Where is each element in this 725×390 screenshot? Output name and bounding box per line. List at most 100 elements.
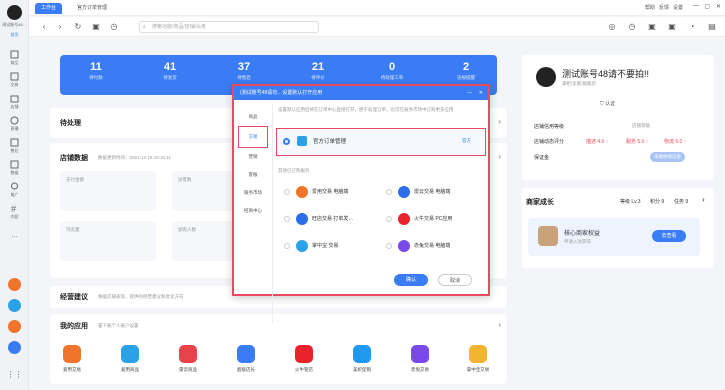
- tab-workbench[interactable]: 工作台: [35, 3, 63, 14]
- stat-item[interactable]: 11 待付款: [66, 61, 126, 81]
- close-button[interactable]: ✕: [716, 3, 721, 10]
- sidebar-item-live[interactable]: 直播: [0, 116, 29, 132]
- modal-nav-trade[interactable]: 交易: [238, 126, 268, 148]
- service-option[interactable]: 火牛交易 PC应用: [386, 211, 478, 227]
- chart-icon: [10, 160, 19, 169]
- account-card: 测试账号48请不要拍!! 掌柜/卖家/旗舰店 ⛉ 认证 店铺信用等级 店铺等级 …: [522, 55, 714, 180]
- radio-unchecked[interactable]: [284, 216, 290, 222]
- stat-item[interactable]: 2 违规提醒: [436, 61, 496, 81]
- service-name: 雷云交易 电脑端: [414, 189, 451, 195]
- stat-item[interactable]: 0 待处理工单: [362, 61, 422, 81]
- app-tile[interactable]: 超级店长: [226, 345, 266, 373]
- feedback-link[interactable]: 反馈: [659, 4, 669, 11]
- stat-item[interactable]: 37 待售后: [214, 61, 274, 81]
- app-shortcut-4[interactable]: [8, 341, 21, 354]
- data-card[interactable]: 浏览量: [60, 221, 156, 261]
- svg-text:#: #: [11, 204, 16, 213]
- window-icon[interactable]: ▣: [667, 22, 677, 32]
- back-icon[interactable]: ‹: [39, 22, 49, 32]
- service-option[interactable]: 赤兔交易 电脑端: [386, 238, 478, 254]
- mobile-icon[interactable]: ◎: [607, 22, 617, 32]
- modal-nav-goods[interactable]: 商品: [238, 114, 268, 120]
- search-input[interactable]: ⌕ 搜索功能/商品/店铺/头条: [139, 21, 319, 33]
- confirm-button[interactable]: 确认: [394, 274, 428, 286]
- radio-unchecked[interactable]: [284, 243, 290, 249]
- radio-unchecked[interactable]: [386, 216, 392, 222]
- stat-item[interactable]: 41 待发货: [140, 61, 200, 81]
- sidebar-item-trade[interactable]: 交易: [0, 72, 29, 88]
- modal-minimize-button[interactable]: —: [467, 86, 472, 100]
- order-app-icon: [297, 136, 307, 146]
- growth-card: 商家成长 等级 Lv.3 积分 9 任务 9 › 核心商家权益 申请入驻获得 去…: [522, 188, 714, 268]
- chevron-right-icon[interactable]: ›: [498, 152, 501, 161]
- benefit-icon: [538, 226, 558, 246]
- service-app-icon: [398, 186, 410, 198]
- sidebar-item-goods[interactable]: 商品: [0, 50, 29, 66]
- sidebar-item-content[interactable]: # 内容: [0, 204, 29, 220]
- growth-benefit-card[interactable]: 核心商家权益 申请入驻获得 去查看: [528, 218, 700, 256]
- my-apps-title: 我的应用: [60, 323, 88, 330]
- message-icon[interactable]: ▣: [647, 22, 657, 32]
- avatar-label: 测试账号48…: [2, 22, 27, 27]
- account-name: 测试账号48请不要拍!!: [562, 69, 650, 79]
- app-tile[interactable]: 掌中宝交易: [458, 345, 498, 373]
- growth-level: 等级 Lv.3: [620, 199, 641, 205]
- app-shortcut-2[interactable]: [8, 299, 21, 312]
- modal-nav-service[interactable]: 客服: [238, 172, 268, 178]
- sidebar-item-store[interactable]: 店铺: [0, 94, 29, 110]
- avatar[interactable]: [7, 5, 22, 20]
- service-name: 掌中宝 交易: [312, 243, 339, 249]
- modal-close-button[interactable]: ✕: [479, 86, 483, 100]
- radio-checked[interactable]: [283, 138, 290, 145]
- benefit-button[interactable]: 去查看: [652, 230, 686, 242]
- bell-icon[interactable]: ◔: [687, 22, 697, 32]
- modal-nav-marketing[interactable]: 营销: [238, 154, 268, 160]
- sidebar-item-promo[interactable]: 推广: [0, 182, 29, 198]
- refresh-icon[interactable]: ↻: [73, 22, 83, 32]
- modal-nav-market[interactable]: 服务市场: [238, 190, 268, 196]
- forward-icon[interactable]: ›: [55, 22, 65, 32]
- data-card[interactable]: 支付金额: [60, 171, 156, 211]
- service-option[interactable]: 掌中宝 交易: [284, 238, 376, 254]
- app-shortcut-1[interactable]: [8, 278, 21, 291]
- chevron-right-icon[interactable]: ›: [498, 320, 501, 329]
- service-option[interactable]: 旺店交易 打单发…: [284, 211, 376, 227]
- app-tile[interactable]: 爱用商品: [110, 345, 150, 373]
- tab-orders[interactable]: 官方订单管理: [71, 3, 113, 14]
- chevron-right-icon[interactable]: ›: [702, 195, 705, 204]
- service-option[interactable]: 爱用交易 电脑端: [284, 184, 376, 200]
- service-option[interactable]: 雷云交易 电脑端: [386, 184, 478, 200]
- radio-unchecked[interactable]: [386, 243, 392, 249]
- help-link[interactable]: 帮助: [645, 4, 655, 11]
- app-tile[interactable]: 雷云商品: [168, 345, 208, 373]
- history-icon[interactable]: ◷: [109, 22, 119, 32]
- sidebar-item-home[interactable]: 首页: [0, 32, 29, 38]
- modal-desc: 设置默认应用后将在订单中心直接打开，便于处理订单，也可在服务市场中订购更多应用: [278, 107, 454, 112]
- note-icon[interactable]: ▤: [707, 22, 717, 32]
- maximize-button[interactable]: ▢: [704, 3, 710, 10]
- app-tile[interactable]: 爱用交易: [52, 345, 92, 373]
- sidebar-item-aftersale[interactable]: 售后: [0, 138, 29, 154]
- sidebar-item-data[interactable]: 数据: [0, 160, 29, 176]
- bond-value[interactable]: 未缴纳保证金: [650, 152, 685, 162]
- hash-icon: #: [11, 204, 16, 213]
- app-tile[interactable]: 赤兔交易: [400, 345, 440, 373]
- modal-nav-recruit[interactable]: 招商中心: [238, 208, 268, 214]
- chevron-right-icon[interactable]: ›: [498, 117, 501, 126]
- sidebar-more[interactable]: …: [0, 232, 29, 239]
- verify-badge[interactable]: ⛉ 认证: [600, 100, 615, 107]
- clock-icon[interactable]: ◷: [627, 22, 637, 32]
- app-name: 爱用商品: [121, 367, 139, 372]
- minimize-button[interactable]: —: [693, 3, 699, 9]
- cancel-button[interactable]: 取消: [438, 274, 472, 286]
- home-icon[interactable]: ▣: [91, 22, 101, 32]
- settings-link[interactable]: 设置: [673, 4, 683, 11]
- app-tile[interactable]: 火牛管店: [284, 345, 324, 373]
- radio-unchecked[interactable]: [284, 189, 290, 195]
- selected-app-row[interactable]: 官方订单管理 官方: [276, 128, 486, 156]
- radio-unchecked[interactable]: [386, 189, 392, 195]
- app-shortcut-3[interactable]: [8, 320, 21, 333]
- app-tile[interactable]: 美折促销: [342, 345, 382, 373]
- grid-icon[interactable]: ⋮⋮: [0, 370, 29, 379]
- stat-item[interactable]: 21 待评价: [288, 61, 348, 81]
